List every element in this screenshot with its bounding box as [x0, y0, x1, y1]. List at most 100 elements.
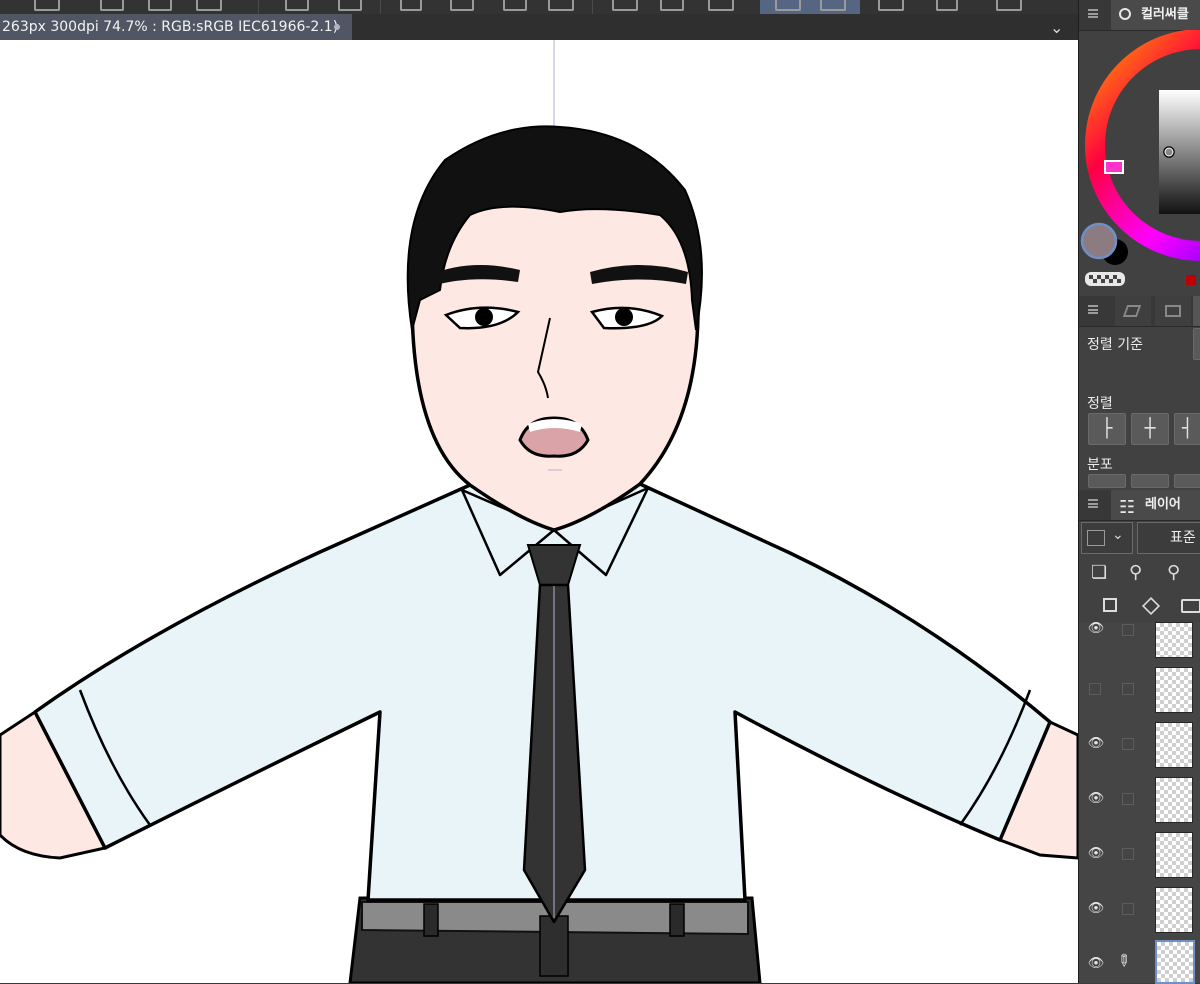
toolbar-tool-icon[interactable] — [338, 0, 362, 11]
document-tab[interactable]: 263px 300dpi 74.7% : RGB:sRGB IEC61966-2… — [0, 14, 352, 40]
new-vector-layer-icon[interactable] — [1141, 596, 1161, 616]
document-tab-bar: 263px 300dpi 74.7% : RGB:sRGB IEC61966-2… — [0, 14, 1078, 40]
chevron-down-icon[interactable]: ⌄ — [1050, 18, 1063, 37]
red-color-indicator — [1186, 275, 1196, 285]
toolbar-tool-icon[interactable] — [34, 0, 60, 11]
blend-mode-dropdown[interactable]: 표준 — [1137, 522, 1200, 554]
layer-lock-toggle[interactable] — [1122, 624, 1134, 636]
toolbar-tool-icon[interactable] — [148, 0, 172, 11]
layer-thumbnail — [1155, 832, 1193, 878]
layer-lock-toggle[interactable] — [1122, 683, 1134, 695]
layer-color-swatch-icon — [1087, 530, 1105, 546]
character-illustration — [0, 40, 1078, 983]
color-panel-title: 컬러써클 — [1141, 7, 1189, 22]
distribute-button-2[interactable] — [1131, 474, 1169, 488]
align-center-button[interactable]: ┼ — [1131, 413, 1169, 445]
layer-row[interactable]: 👁 — [1079, 827, 1200, 883]
toolbar-tool-icon[interactable] — [775, 0, 801, 11]
layer-row[interactable]: 👁 — [1079, 622, 1200, 663]
toolbar-tool-icon[interactable] — [548, 0, 574, 11]
eye-icon[interactable]: 👁 — [1087, 847, 1105, 861]
pen-icon: ✎ — [1112, 949, 1136, 972]
color-circle-panel-header: 컬러써클 — [1079, 0, 1200, 31]
toolbar-tool-icon[interactable] — [612, 0, 638, 11]
layer-lock-toggle[interactable] — [1122, 848, 1134, 860]
align-left-button[interactable]: ├ — [1088, 413, 1126, 445]
layer-lock-toggle[interactable] — [1122, 903, 1134, 915]
panel-grip-icon[interactable] — [1088, 9, 1098, 18]
layer-row[interactable]: 👁 — [1079, 717, 1200, 773]
distribute-button-3[interactable] — [1174, 474, 1200, 488]
color-circle-icon — [1119, 8, 1131, 20]
panel-grip-icon[interactable] — [1088, 499, 1098, 508]
layer-thumbnail — [1155, 667, 1193, 713]
distribute-label: 분포 — [1087, 457, 1113, 473]
align-basis-label: 정렬 기준 — [1087, 337, 1143, 353]
document-status-text: 263px 300dpi 74.7% : RGB:sRGB IEC61966-2… — [2, 19, 339, 35]
eye-icon[interactable]: 👁 — [1087, 957, 1105, 971]
tab-color-circle[interactable]: 컬러써클 — [1111, 0, 1200, 30]
reference-layer-icon[interactable]: ⚲ — [1129, 562, 1142, 583]
panel-grip-icon[interactable] — [1088, 305, 1098, 314]
toolbar-tool-icon[interactable] — [936, 0, 958, 11]
toolbar-tool-icon[interactable] — [878, 0, 904, 11]
layer-thumbnail — [1155, 940, 1195, 984]
tab-layers[interactable]: ☷ 레이어 — [1111, 490, 1200, 520]
tab-sub-tool-1[interactable] — [1115, 296, 1151, 326]
drawing-canvas[interactable] — [0, 40, 1078, 983]
toolbar-tool-icon[interactable] — [285, 0, 309, 11]
toolbar-tool-icon[interactable] — [820, 0, 846, 11]
belt-loop — [423, 903, 439, 937]
eye-icon[interactable]: 👁 — [1087, 902, 1105, 916]
eye-icon[interactable]: 👁 — [1087, 622, 1105, 636]
new-raster-layer-icon[interactable] — [1103, 598, 1117, 612]
fly — [539, 915, 569, 977]
color-wheel[interactable] — [1079, 30, 1200, 292]
toolbar-tool-icon[interactable] — [708, 0, 734, 11]
layer-row[interactable] — [1079, 662, 1200, 718]
toolbar-separator — [380, 0, 381, 14]
toolbar-tool-icon[interactable] — [400, 0, 422, 11]
blend-mode-value: 표준 — [1170, 530, 1196, 546]
layer-clip-icon[interactable]: ❏ — [1091, 562, 1107, 583]
toolbar-separator — [258, 0, 259, 14]
align-panel-header — [1079, 296, 1200, 327]
toolbar-tool-icon[interactable] — [660, 0, 684, 11]
tab-modified-dot-icon — [334, 24, 340, 30]
layer-lock-toggle[interactable] — [1122, 793, 1134, 805]
toolbar-separator — [592, 0, 593, 14]
layer-panel-title: 레이어 — [1145, 497, 1181, 512]
layer-color-dropdown[interactable]: ⌄ — [1081, 522, 1133, 554]
right-panel-dock: 컬러써클 정렬 기준 정렬 ├ ┼ ┤ 분포 ☷ 레이어 ⌄ 표준 ❏ ⚲ ⚲ … — [1078, 0, 1200, 984]
chevron-down-icon: ⌄ — [1112, 527, 1124, 543]
toolbar-tool-icon[interactable] — [196, 0, 222, 11]
layer-visibility-toggle[interactable] — [1089, 683, 1101, 695]
tab-sub-tool-3[interactable] — [1193, 296, 1200, 326]
tab-sub-tool-2[interactable] — [1155, 296, 1191, 326]
right-pupil — [615, 308, 633, 326]
sub-tool-icon — [1122, 305, 1142, 317]
folder-add-icon[interactable] — [1181, 599, 1200, 613]
distribute-button-1[interactable] — [1088, 474, 1126, 488]
sub-tool-icon — [1165, 305, 1181, 317]
layer-thumbnail — [1155, 722, 1193, 768]
toolbar-tool-icon[interactable] — [996, 0, 1022, 11]
toolbar-tool-icon[interactable] — [100, 0, 124, 11]
layer-row[interactable]: 👁 — [1079, 772, 1200, 828]
lock-layer-icon[interactable]: ⚲ — [1167, 562, 1180, 583]
align-right-button[interactable]: ┤ — [1174, 413, 1200, 445]
eye-icon[interactable]: 👁 — [1087, 737, 1105, 751]
layer-thumbnail — [1155, 777, 1193, 823]
toolbar-tool-icon[interactable] — [450, 0, 474, 11]
eye-icon[interactable]: 👁 — [1087, 792, 1105, 806]
align-label: 정렬 — [1087, 396, 1113, 412]
layer-lock-toggle[interactable] — [1122, 738, 1134, 750]
layer-row-selected[interactable]: 👁 ✎ — [1079, 937, 1200, 984]
layer-thumbnail — [1155, 622, 1193, 658]
toolbar-tool-icon[interactable] — [503, 0, 527, 11]
align-basis-dropdown[interactable] — [1193, 328, 1200, 360]
left-pupil — [475, 308, 493, 326]
layer-panel-header: ☷ 레이어 — [1079, 490, 1200, 521]
layer-thumbnail — [1155, 887, 1193, 933]
layer-row[interactable]: 👁 — [1079, 882, 1200, 938]
